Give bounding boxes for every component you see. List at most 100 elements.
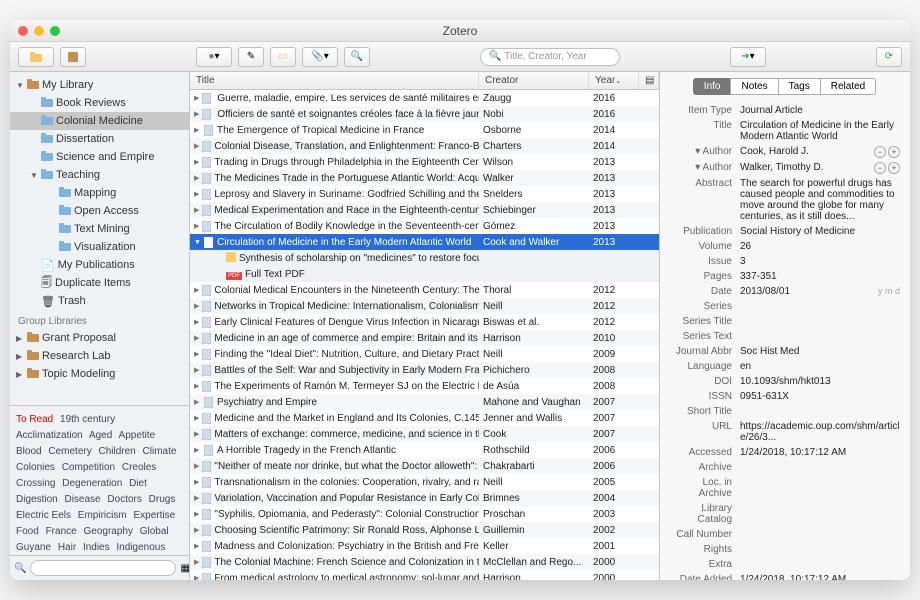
tag[interactable]: Acclimatization [16,430,83,441]
item-row[interactable]: ▶Matters of exchange: commerce, medicine… [190,426,659,442]
my-publications[interactable]: 📄My Publications [10,256,189,274]
tag[interactable]: To Read [16,414,53,425]
disclosure-icon[interactable]: ▶ [194,158,199,166]
tag[interactable]: Appetite [119,430,156,441]
item-attachment-row[interactable]: PDFFull Text PDF [190,266,659,282]
tag[interactable]: Doctors [107,494,141,505]
item-row[interactable]: ▶Networks in Tropical Medicine: Internat… [190,298,659,314]
field-value[interactable]: 337-351 [740,271,900,282]
new-collection-button[interactable] [18,47,54,67]
add-author-button[interactable]: + [888,162,900,174]
field-value[interactable]: en [740,361,900,372]
disclosure-icon[interactable]: ▶ [194,142,199,150]
item-row[interactable]: ▶Variolation, Vaccination and Popular Re… [190,490,659,506]
item-row[interactable]: ▶Trading in Drugs through Philadelphia i… [190,154,659,170]
disclosure-icon[interactable]: ▶ [194,366,199,374]
disclosure-icon[interactable]: ▶ [194,94,199,102]
my-library[interactable]: ▼My Library [10,76,189,94]
disclosure-icon[interactable]: ▶ [194,190,199,198]
item-row[interactable]: ▶Medical Experimentation and Race in the… [190,202,659,218]
tag[interactable]: Children [99,446,136,457]
new-library-button[interactable] [60,47,86,67]
item-row[interactable]: ▶Colonial Disease, Translation, and Enli… [190,138,659,154]
new-item-button[interactable]: ● ▾ [196,47,232,67]
item-row[interactable]: ▶The Experiments of Ramón M. Termeyer SJ… [190,378,659,394]
field-value[interactable]: 3 [740,256,900,267]
field-value[interactable]: https://academic.oup.com/shm/article/26/… [740,421,900,443]
tag[interactable]: Competition [62,462,115,473]
group-library[interactable]: ▶Grant Proposal [10,329,189,347]
field-value[interactable]: Walker, Timothy D. [740,162,874,173]
disclosure-icon[interactable]: ▶ [194,414,199,422]
trash[interactable]: 🗑Trash [10,292,189,310]
col-year[interactable]: Year ⌄ [589,72,639,89]
item-row[interactable]: ▶Psychiatry and Empire Mahone and Vaugha… [190,394,659,410]
item-row[interactable]: ▶The Circulation of Bodily Knowledge in … [190,218,659,234]
disclosure-icon[interactable]: ▼ [30,171,38,180]
tag[interactable]: Colonies [16,462,55,473]
disclosure-icon[interactable]: ▶ [194,478,199,486]
disclosure-icon[interactable]: ▼ [16,81,24,90]
item-row[interactable]: ▶Leprosy and Slavery in Suriname: Godfri… [190,186,659,202]
tag[interactable]: Guyane [16,542,51,553]
remove-author-button[interactable]: − [874,146,886,158]
item-row[interactable]: ▶Officiers de santé et soignantes créole… [190,106,659,122]
field-value[interactable]: Soc Hist Med [740,346,900,357]
attach-button[interactable]: 📎 ▾ [302,47,338,67]
tab-info[interactable]: Info [693,78,732,95]
col-creator[interactable]: Creator [479,72,589,89]
tab-tags[interactable]: Tags [778,78,821,95]
disclosure-icon[interactable]: ▶ [194,126,200,134]
disclosure-icon[interactable]: ▶ [194,430,199,438]
field-value[interactable]: The search for powerful drugs has caused… [740,178,900,222]
tag[interactable]: Creoles [122,462,156,473]
disclosure-icon[interactable]: ▶ [194,334,199,342]
disclosure-icon[interactable]: ▶ [16,352,24,361]
field-value[interactable]: 1/24/2018, 10:17:12 AM [740,447,900,458]
disclosure-icon[interactable]: ▶ [194,222,199,230]
new-note-button[interactable]: ▭ [270,47,296,67]
disclosure-icon[interactable]: ▶ [194,350,199,358]
item-row[interactable]: ▶Transnationalism in the colonies: Coope… [190,474,659,490]
item-row[interactable]: ▶The Colonial Machine: French Science an… [190,554,659,570]
add-by-id-button[interactable]: ✎ [238,47,264,67]
collection-item[interactable]: Dissertation [10,130,189,148]
disclosure-icon[interactable]: ▶ [194,398,200,406]
remove-author-button[interactable]: − [874,162,886,174]
item-row[interactable]: ▶"Neither of meate nor drinke, but what … [190,458,659,474]
disclosure-icon[interactable]: ▶ [194,526,199,534]
tag[interactable]: Digestion [16,494,58,505]
collection-item[interactable]: ▼Teaching [10,166,189,184]
tag[interactable]: Food [16,526,39,537]
tab-notes[interactable]: Notes [730,78,778,95]
collection-item[interactable]: Visualization [10,238,189,256]
collection-item[interactable]: Text Mining [10,220,189,238]
tag[interactable]: France [46,526,77,537]
field-value[interactable]: Social History of Medicine [740,226,900,237]
field-value[interactable]: 2013/08/01 [740,286,878,297]
collection-item[interactable]: Open Access [10,202,189,220]
tag[interactable]: Drugs [149,494,176,505]
item-row[interactable]: ▶Battles of the Self: War and Subjectivi… [190,362,659,378]
item-row[interactable]: ▶Colonial Medical Encounters in the Nine… [190,282,659,298]
group-library[interactable]: ▶Topic Modeling [10,365,189,383]
add-author-button[interactable]: + [888,146,900,158]
field-value[interactable]: 26 [740,241,900,252]
field-value[interactable]: 0951-631X [740,391,900,402]
disclosure-icon[interactable]: ▶ [194,302,199,310]
item-row[interactable]: ▶Guerre, maladie, empire. Les services d… [190,90,659,106]
item-row[interactable]: ▶"Syphilis, Opiomania, and Pederasty": C… [190,506,659,522]
item-row[interactable]: ▶Medicine in an age of commerce and empi… [190,330,659,346]
tag[interactable]: Aged [89,430,112,441]
advanced-search-button[interactable]: 🔍 [344,47,370,67]
collection-item[interactable]: Colonial Medicine [10,112,189,130]
tag[interactable]: Blood [16,446,42,457]
tag[interactable]: Diet [129,478,147,489]
item-row[interactable]: ▶From medical astrology to medical astro… [190,570,659,580]
disclosure-icon[interactable]: ▶ [194,318,199,326]
item-row[interactable]: ▶A Horrible Tragedy in the French Atlant… [190,442,659,458]
sync-button[interactable]: ⟳ [876,47,902,67]
col-attachment[interactable]: ▤ [639,72,659,89]
collection-item[interactable]: Mapping [10,184,189,202]
disclosure-icon[interactable]: ▶ [194,494,199,502]
